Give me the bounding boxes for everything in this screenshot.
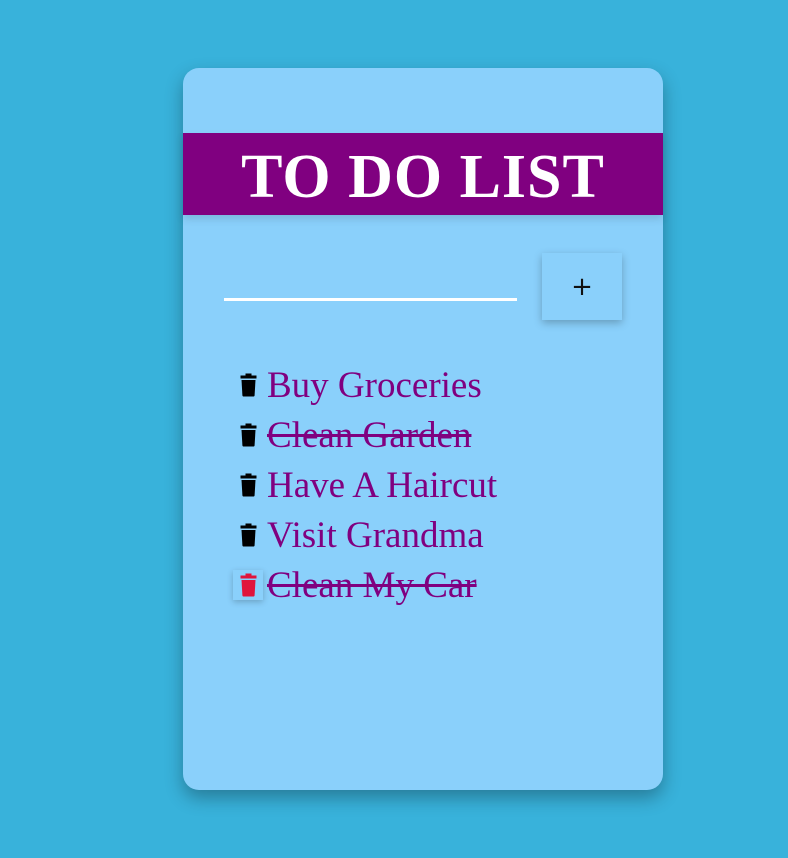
todo-text: Visit Grandma [267, 514, 484, 556]
add-button-label: + [571, 271, 593, 302]
todo-text: Have A Haircut [267, 464, 498, 506]
todo-item[interactable]: Clean My Car [233, 560, 497, 610]
trash-icon [240, 523, 256, 547]
task-input[interactable] [224, 266, 517, 301]
trash-icon [240, 473, 256, 497]
delete-todo-button[interactable] [233, 420, 263, 450]
delete-todo-button[interactable] [233, 470, 263, 500]
todo-item[interactable]: Visit Grandma [233, 510, 497, 560]
delete-todo-button[interactable] [233, 370, 263, 400]
trash-icon [240, 423, 256, 447]
delete-todo-button[interactable] [233, 520, 263, 550]
todo-item[interactable]: Clean Garden [233, 410, 497, 460]
todo-text: Clean My Car [267, 564, 477, 606]
todo-text: Buy Groceries [267, 364, 482, 406]
todo-item[interactable]: Buy Groceries [233, 360, 497, 410]
trash-icon [240, 573, 256, 597]
todo-card: TO DO LIST + Buy Groceries Clean Garden Ha… [183, 68, 663, 790]
delete-todo-button[interactable] [233, 570, 263, 600]
add-task-button[interactable]: + [542, 253, 622, 320]
header-banner: TO DO LIST [183, 133, 663, 215]
todo-item[interactable]: Have A Haircut [233, 460, 497, 510]
trash-icon [240, 373, 256, 397]
todo-list: Buy Groceries Clean Garden Have A Haircut V… [233, 360, 497, 610]
page-title: TO DO LIST [241, 143, 605, 211]
todo-text: Clean Garden [267, 414, 472, 456]
